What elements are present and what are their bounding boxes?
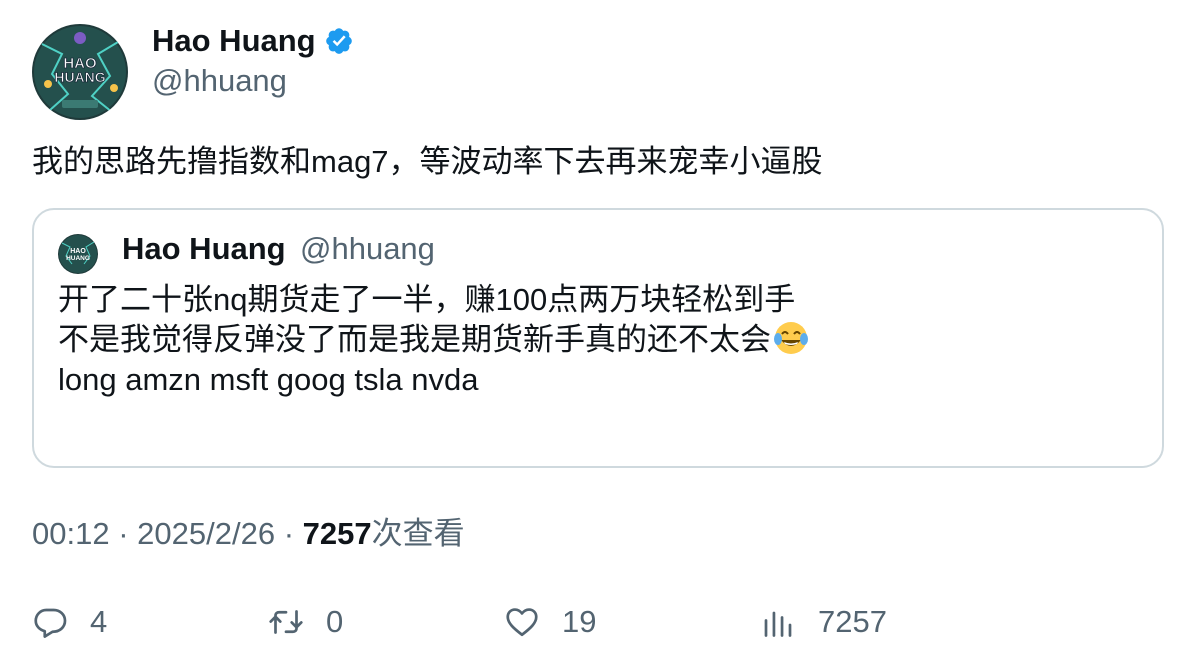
reply-count: 4 — [90, 604, 108, 639]
quoted-line: 不是我觉得反弹没了而是我是期货新手真的还不太会 — [58, 322, 771, 357]
tweet-text: 我的思路先撸指数和mag7，等波动率下去再来宠幸小逼股 — [32, 144, 823, 179]
meta-separator: · — [118, 516, 129, 551]
quoted-avatar-image: HAO HUANG — [58, 234, 98, 274]
author-display-name[interactable]: Hao Huang — [152, 22, 354, 60]
author-avatar[interactable]: HAO HUANG — [32, 24, 128, 120]
reply-icon — [34, 608, 67, 638]
tweet-date[interactable]: 2025/2/26 — [137, 516, 275, 551]
quoted-author-avatar: HAO HUANG — [58, 234, 98, 274]
reply-button[interactable]: 4 — [32, 602, 107, 642]
author-handle[interactable]: @hhuang — [152, 62, 287, 100]
analytics-icon — [764, 611, 792, 637]
retweet-icon — [269, 610, 303, 634]
retweet-count: 0 — [326, 604, 344, 639]
quoted-author-handle: @hhuang — [300, 231, 435, 266]
verified-badge-icon — [325, 28, 352, 54]
views-count: 7257 — [302, 516, 372, 551]
avatar-text-line2: HUANG — [54, 69, 105, 85]
retweet-button[interactable]: 0 — [268, 602, 343, 642]
quoted-line: long amzn msft goog tsla nvda — [58, 362, 479, 397]
quoted-author-name: Hao Huang — [122, 231, 286, 266]
views-label: 次查看 — [371, 516, 465, 551]
tweet-meta: 00:12 · 2025/2/26 · 7257次查看 — [32, 514, 465, 554]
views-button[interactable]: 7257 — [760, 602, 887, 642]
tears-of-joy-emoji-icon — [774, 322, 808, 354]
quoted-avatar-text-line1: HAO — [70, 248, 86, 255]
avatar-image: HAO HUANG — [32, 24, 128, 120]
quoted-tweet-text: 开了二十张nq期货走了一半，赚100点两万块轻松到手 不是我觉得反弹没了而是我是… — [58, 280, 809, 400]
like-count: 19 — [562, 604, 597, 639]
quoted-line: 开了二十张nq期货走了一半，赚100点两万块轻松到手 — [58, 282, 796, 317]
meta-separator: · — [283, 516, 295, 551]
tweet-time[interactable]: 00:12 — [32, 516, 110, 551]
quoted-line-with-emoji: 不是我觉得反弹没了而是我是期货新手真的还不太会 — [58, 320, 809, 360]
like-button[interactable]: 19 — [504, 602, 596, 642]
quoted-avatar-text-line2: HUANG — [66, 255, 90, 262]
author-name-text[interactable]: Hao Huang — [152, 22, 316, 60]
heart-icon — [506, 608, 538, 637]
views-action-count: 7257 — [818, 604, 887, 639]
